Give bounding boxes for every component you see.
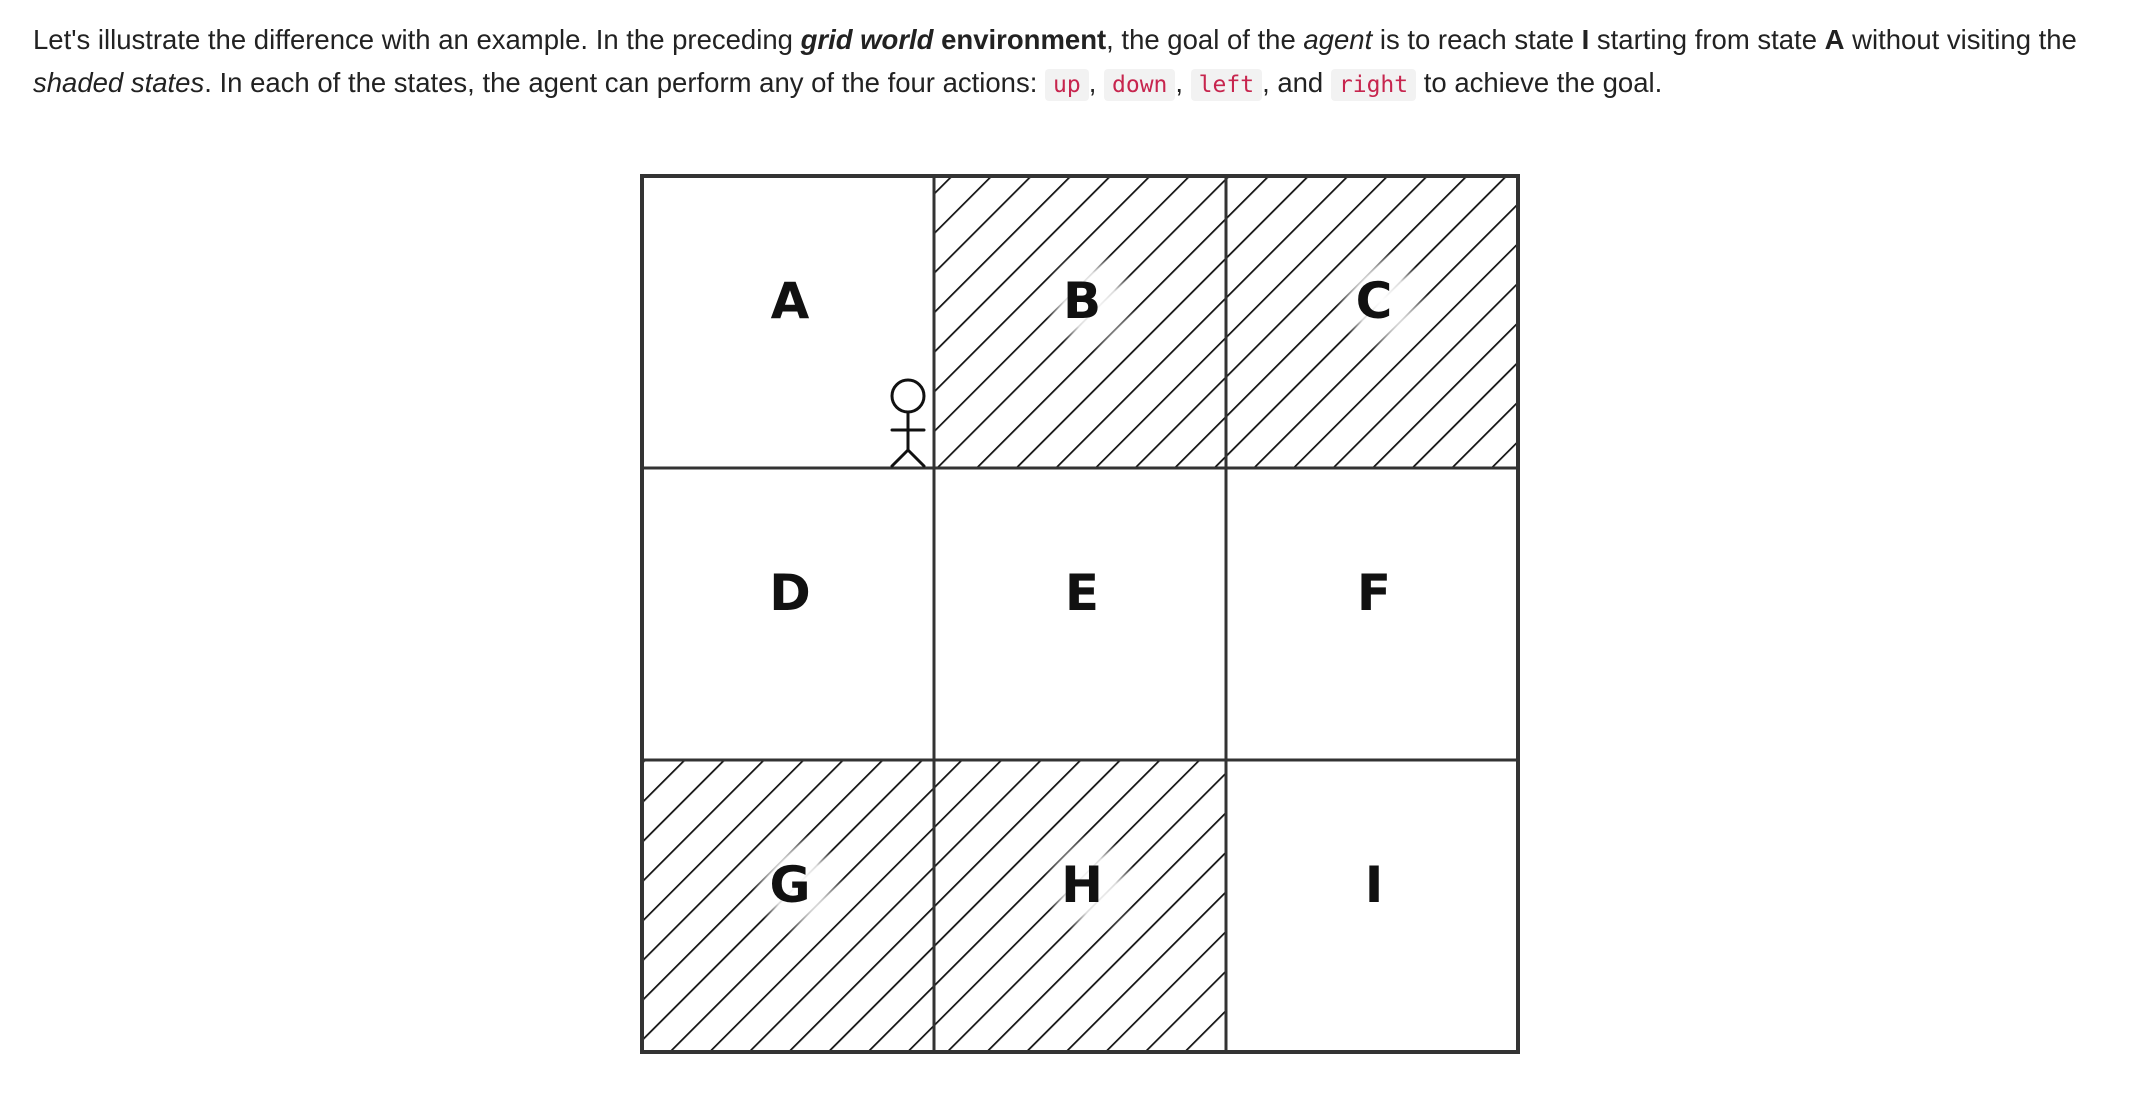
grid-world-term: grid world [800, 24, 934, 55]
text-segment: without visiting the [1844, 24, 2077, 55]
text-segment: is to reach state [1372, 24, 1582, 55]
cell-label-a: A [771, 272, 810, 330]
cell-label-b: B [1063, 272, 1101, 330]
action-right-code: right [1330, 69, 1417, 101]
cell-label-f: F [1357, 564, 1391, 622]
text-segment: to achieve the goal. [1416, 67, 1663, 98]
grid-cell-h: H [932, 758, 1228, 1054]
body-paragraph: Let's illustrate the difference with an … [33, 18, 2133, 107]
grid-cell-e: E [932, 466, 1228, 762]
cell-label-d: D [769, 564, 811, 622]
action-down-code: down [1104, 69, 1176, 101]
text-segment: . In each of the states, the agent can p… [204, 67, 1046, 98]
grid-cell-b: B [932, 174, 1228, 470]
grid-cell-d: D [640, 466, 936, 762]
cell-label-h: H [1061, 856, 1103, 914]
environment-term: environment [941, 24, 1107, 55]
cell-label-e: E [1065, 564, 1099, 622]
action-left-code: left [1190, 69, 1263, 101]
grid-world-diagram: A B C D E F G H I [640, 174, 1520, 1054]
agent-term: agent [1303, 24, 1373, 55]
text-segment: , the goal of the [1106, 24, 1304, 55]
cell-label-c: C [1356, 272, 1393, 330]
start-state-term: A [1824, 24, 1845, 55]
action-up-code: up [1045, 69, 1089, 101]
text-segment: Let's illustrate the difference with an … [33, 24, 801, 55]
grid-cell-g: G [640, 758, 936, 1054]
cell-label-i: I [1365, 856, 1384, 914]
grid-cell-c: C [1224, 174, 1520, 470]
grid-cell-i: I [1224, 758, 1520, 1054]
cell-label-g: G [769, 856, 810, 914]
grid-world-figure: A B C D E F G H I [638, 172, 1522, 1056]
grid-cell-a: A [640, 174, 936, 470]
grid-cell-f: F [1224, 466, 1520, 762]
text-segment: starting from state [1589, 24, 1825, 55]
shaded-states-term: shaded states [33, 67, 205, 98]
